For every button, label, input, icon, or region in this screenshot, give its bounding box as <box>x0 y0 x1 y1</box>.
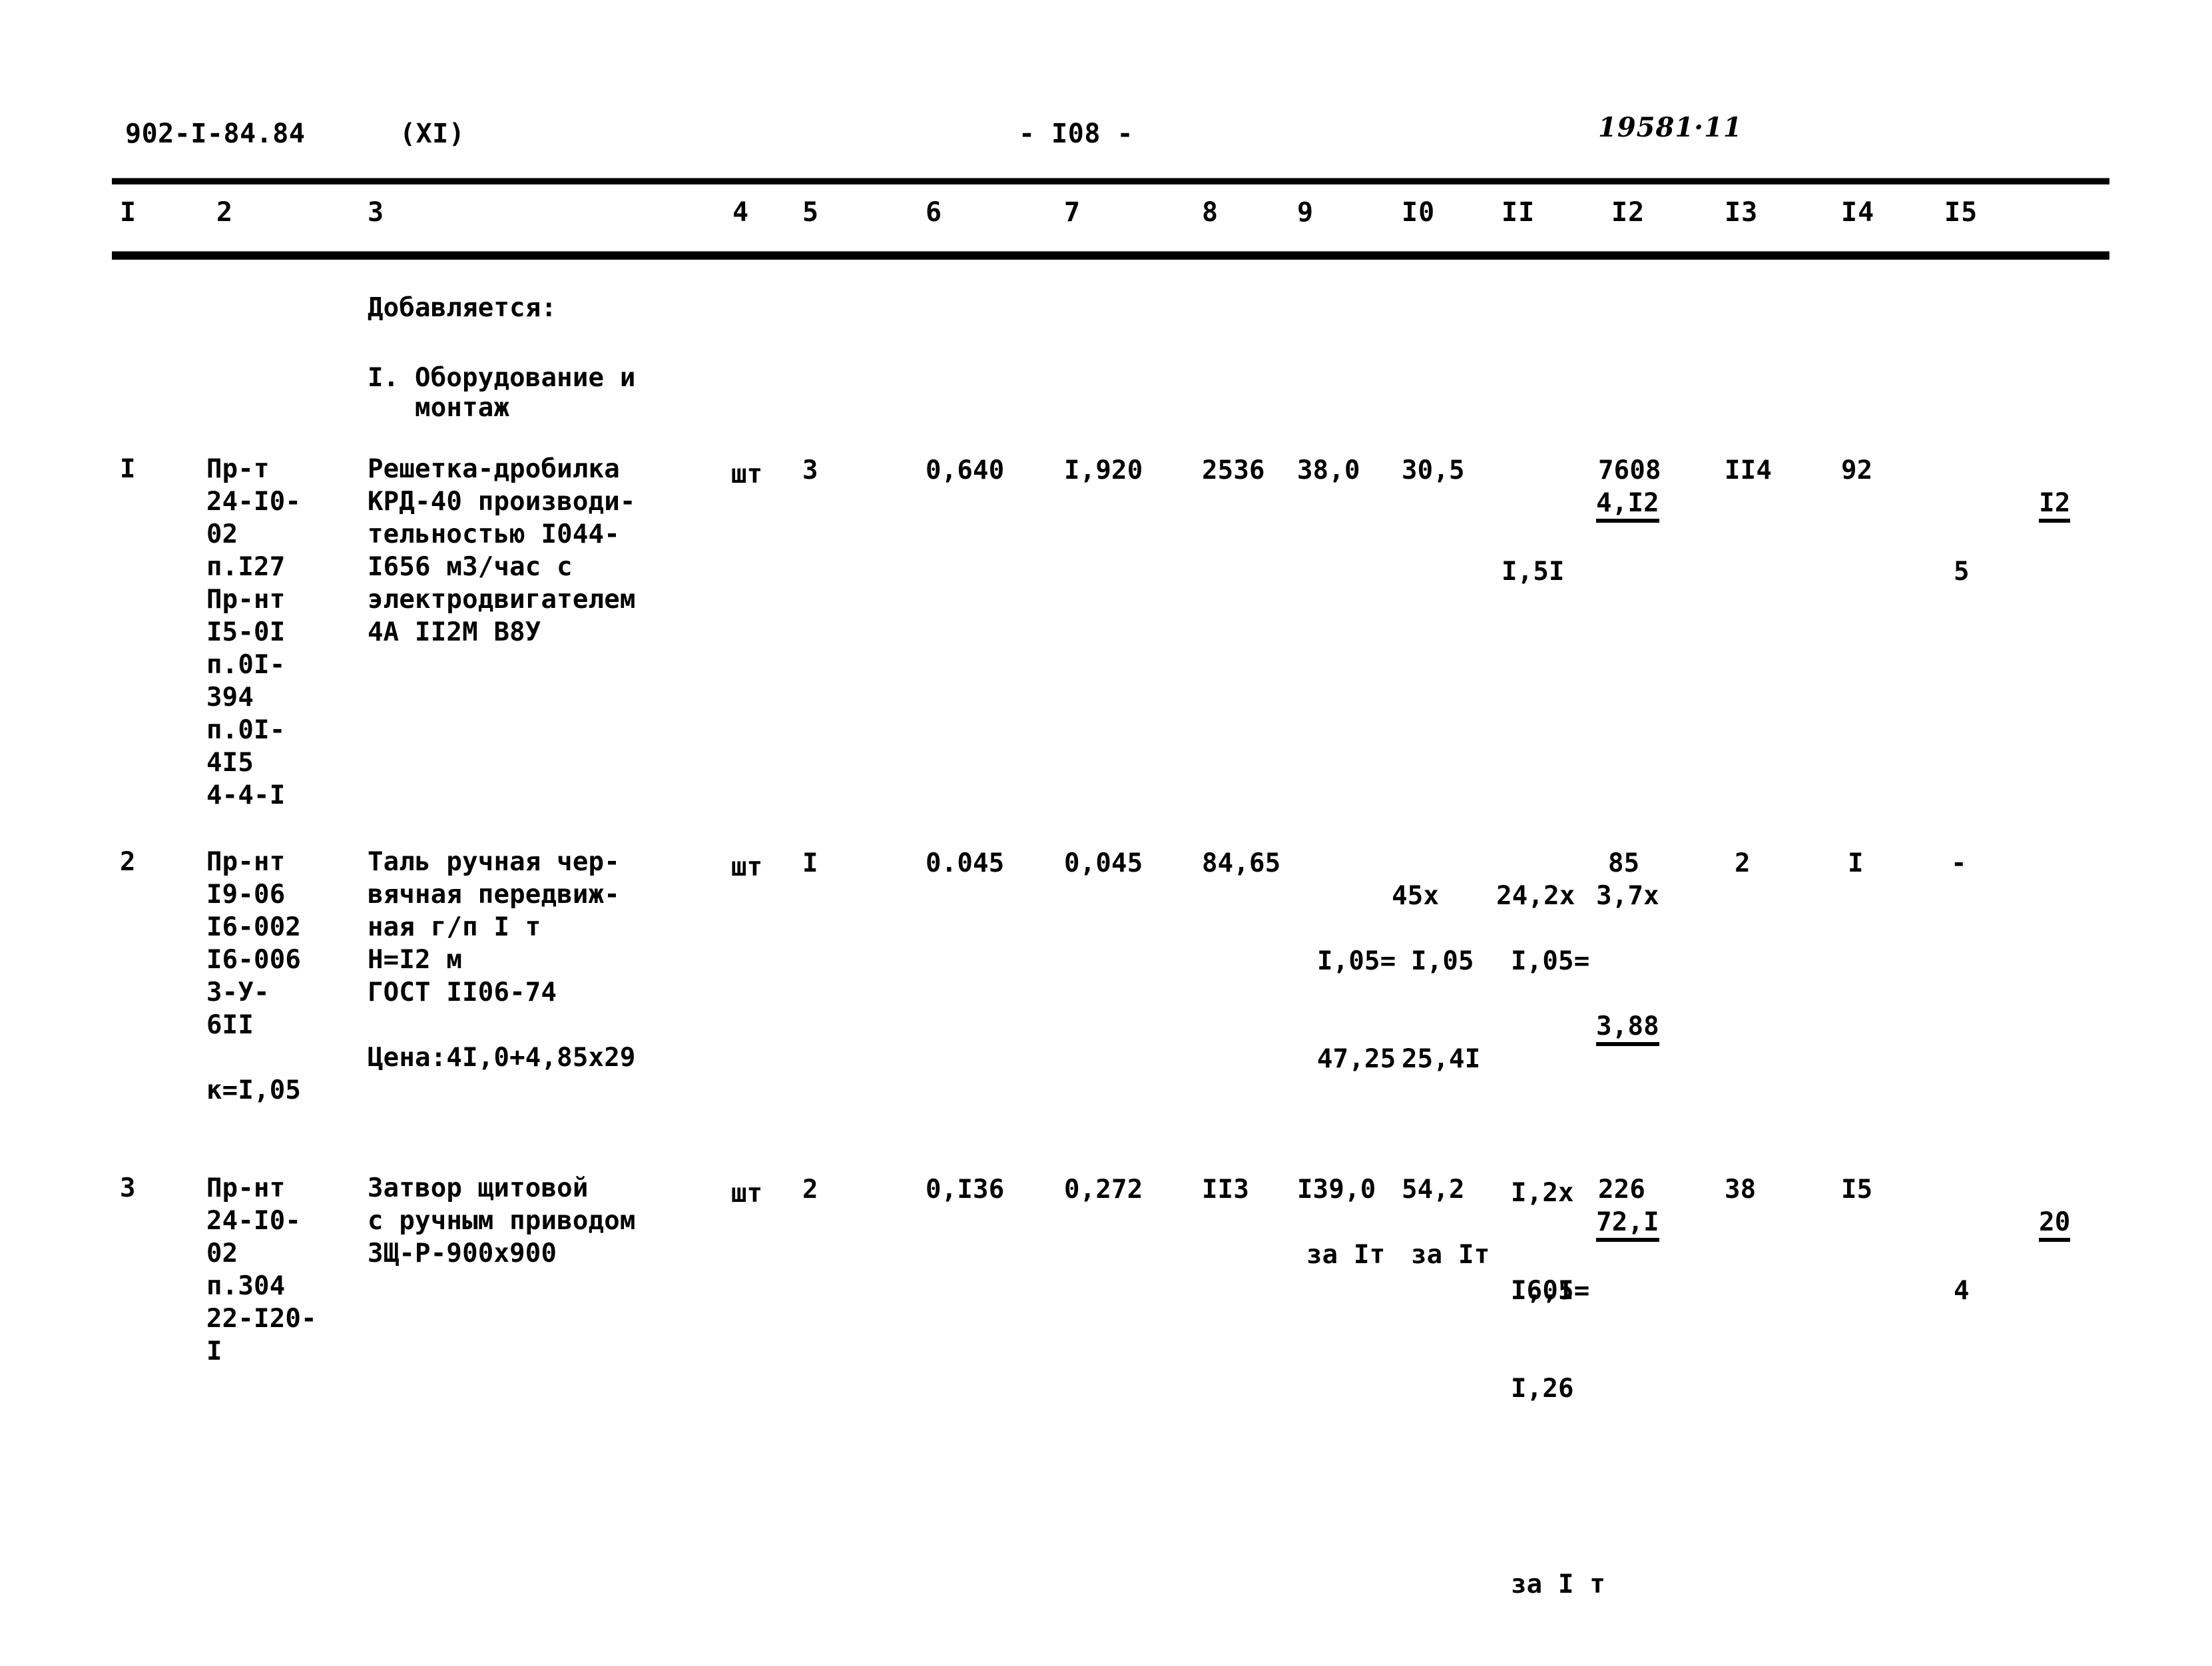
column-header-7: 7 <box>1064 197 1081 228</box>
row-value-col10: 30,5 <box>1402 455 1465 485</box>
row-value-col6: 0,640 <box>926 455 1005 485</box>
row-number: 3 <box>120 1173 136 1203</box>
fraction-numerator: 20 <box>2039 1208 2071 1242</box>
row-code: Пр-нт I9-06 I6-002 I6-006 3-У- 6II к=I,0… <box>206 847 302 1105</box>
row-value-col15: 20 4 <box>1944 1173 2071 1372</box>
document-section: (XI) <box>400 119 465 149</box>
col11-spacer <box>1502 1079 1659 1111</box>
col11-spacer-2 <box>1502 1470 1659 1503</box>
row-value-col13: II4 <box>1725 455 1773 485</box>
row-value-col15: I2 5 <box>1944 454 2071 653</box>
column-header-14: I4 <box>1841 197 1875 228</box>
col11-line-2: I,05= <box>1511 946 1590 976</box>
row-value-col9: 38,0 <box>1297 455 1360 485</box>
column-header-11: II <box>1502 197 1535 228</box>
column-header-13: I3 <box>1725 197 1759 228</box>
row-code: Пр-т 24-I0- 02 п.I27 Пр-нт I5-0I п.0I- 3… <box>206 454 302 810</box>
column-header-10: I0 <box>1402 197 1436 228</box>
fraction-numerator: 72,I <box>1596 1208 1659 1242</box>
column-header-2: 2 <box>216 197 234 228</box>
page-number: - I08 - <box>1019 119 1134 149</box>
document-code: 902-I-84.84 <box>125 119 306 149</box>
row-description: Затвор щитовой с ручным приводом ЗЩ-Р-90… <box>368 1173 636 1268</box>
row-value-col14: I <box>1848 848 1864 878</box>
fraction-denominator: 4 <box>1954 1276 1970 1306</box>
col11-line-1: 3,7х <box>1596 881 1659 911</box>
column-header-6: 6 <box>926 197 943 228</box>
row-unit: шт <box>731 852 763 882</box>
row-value-col8: 84,65 <box>1202 848 1281 878</box>
row-value-col14: I5 <box>1841 1175 1873 1205</box>
row-value-col8: II3 <box>1202 1175 1250 1205</box>
row-value-col12: 226 <box>1598 1175 1646 1205</box>
section-intro-line-3: монтаж <box>368 393 510 423</box>
row-value-col6: 0,I36 <box>926 1175 1005 1205</box>
row-number: I <box>120 454 136 484</box>
fraction-numerator: 4,I2 <box>1596 489 1659 523</box>
table-rule-top <box>112 178 2109 184</box>
row-unit: шт <box>731 1179 763 1209</box>
row-value-col12: 85 <box>1608 848 1640 878</box>
col11-line-3: 3,88 <box>1596 1012 1659 1046</box>
row-unit: шт <box>731 459 763 489</box>
fraction-numerator: I2 <box>2039 489 2071 523</box>
fraction-denominator: 5 <box>1954 557 1970 587</box>
row-value-col13: 38 <box>1725 1175 1757 1205</box>
row-value-col15: - <box>1951 848 1967 878</box>
column-header-8: 8 <box>1202 197 1219 228</box>
row-value-col9: I39,0 <box>1297 1175 1376 1205</box>
fraction-denominator: I6,I <box>1511 1276 1574 1306</box>
table-rule-bottom <box>112 251 2109 260</box>
row-quantity: I <box>802 848 818 878</box>
section-intro-line-1: Добавляется: <box>368 293 557 323</box>
row-quantity: 3 <box>802 455 818 485</box>
col11-line-8: за I т <box>1511 1569 1606 1599</box>
row-value-col7: 0,045 <box>1064 848 1143 878</box>
handwritten-stamp: 19581·11 <box>1598 112 1743 143</box>
column-header-3: 3 <box>368 197 385 228</box>
fraction-denominator: I,5I <box>1502 557 1565 587</box>
row-code: Пр-нт 24-I0- 02 п.304 22-I20- I <box>206 1173 317 1366</box>
row-number: 2 <box>120 847 136 877</box>
row-value-col7: 0,272 <box>1064 1175 1143 1205</box>
column-header-9: 9 <box>1297 197 1314 228</box>
row-value-col8: 2536 <box>1202 455 1265 485</box>
row-value-col6: 0.045 <box>926 848 1005 878</box>
row-value-col14: 92 <box>1841 455 1873 485</box>
column-header-4: 4 <box>732 197 750 228</box>
col11-line-7: I,26 <box>1511 1374 1574 1404</box>
row-value-col10: 54,2 <box>1402 1175 1465 1205</box>
column-header-5: 5 <box>802 197 820 228</box>
row-description: Таль ручная чер- вячная передвиж- ная г/… <box>368 847 636 1073</box>
column-header-12: I2 <box>1611 197 1645 228</box>
column-header-15: I5 <box>1944 197 1978 228</box>
row-description: Решетка-дробилка КРД-40 производи- тельн… <box>368 454 636 647</box>
column-header-1: I <box>120 197 137 228</box>
section-intro-line-2: I. Оборудование и <box>368 363 636 393</box>
document-page: 902-I-84.84 (XI) - I08 - 19581·11 I 2 3 … <box>0 0 2212 1599</box>
row-value-col7: I,920 <box>1064 455 1143 485</box>
row-value-col12: 7608 <box>1598 455 1661 485</box>
row-value-col13: 2 <box>1735 848 1751 878</box>
row-quantity: 2 <box>802 1175 818 1205</box>
